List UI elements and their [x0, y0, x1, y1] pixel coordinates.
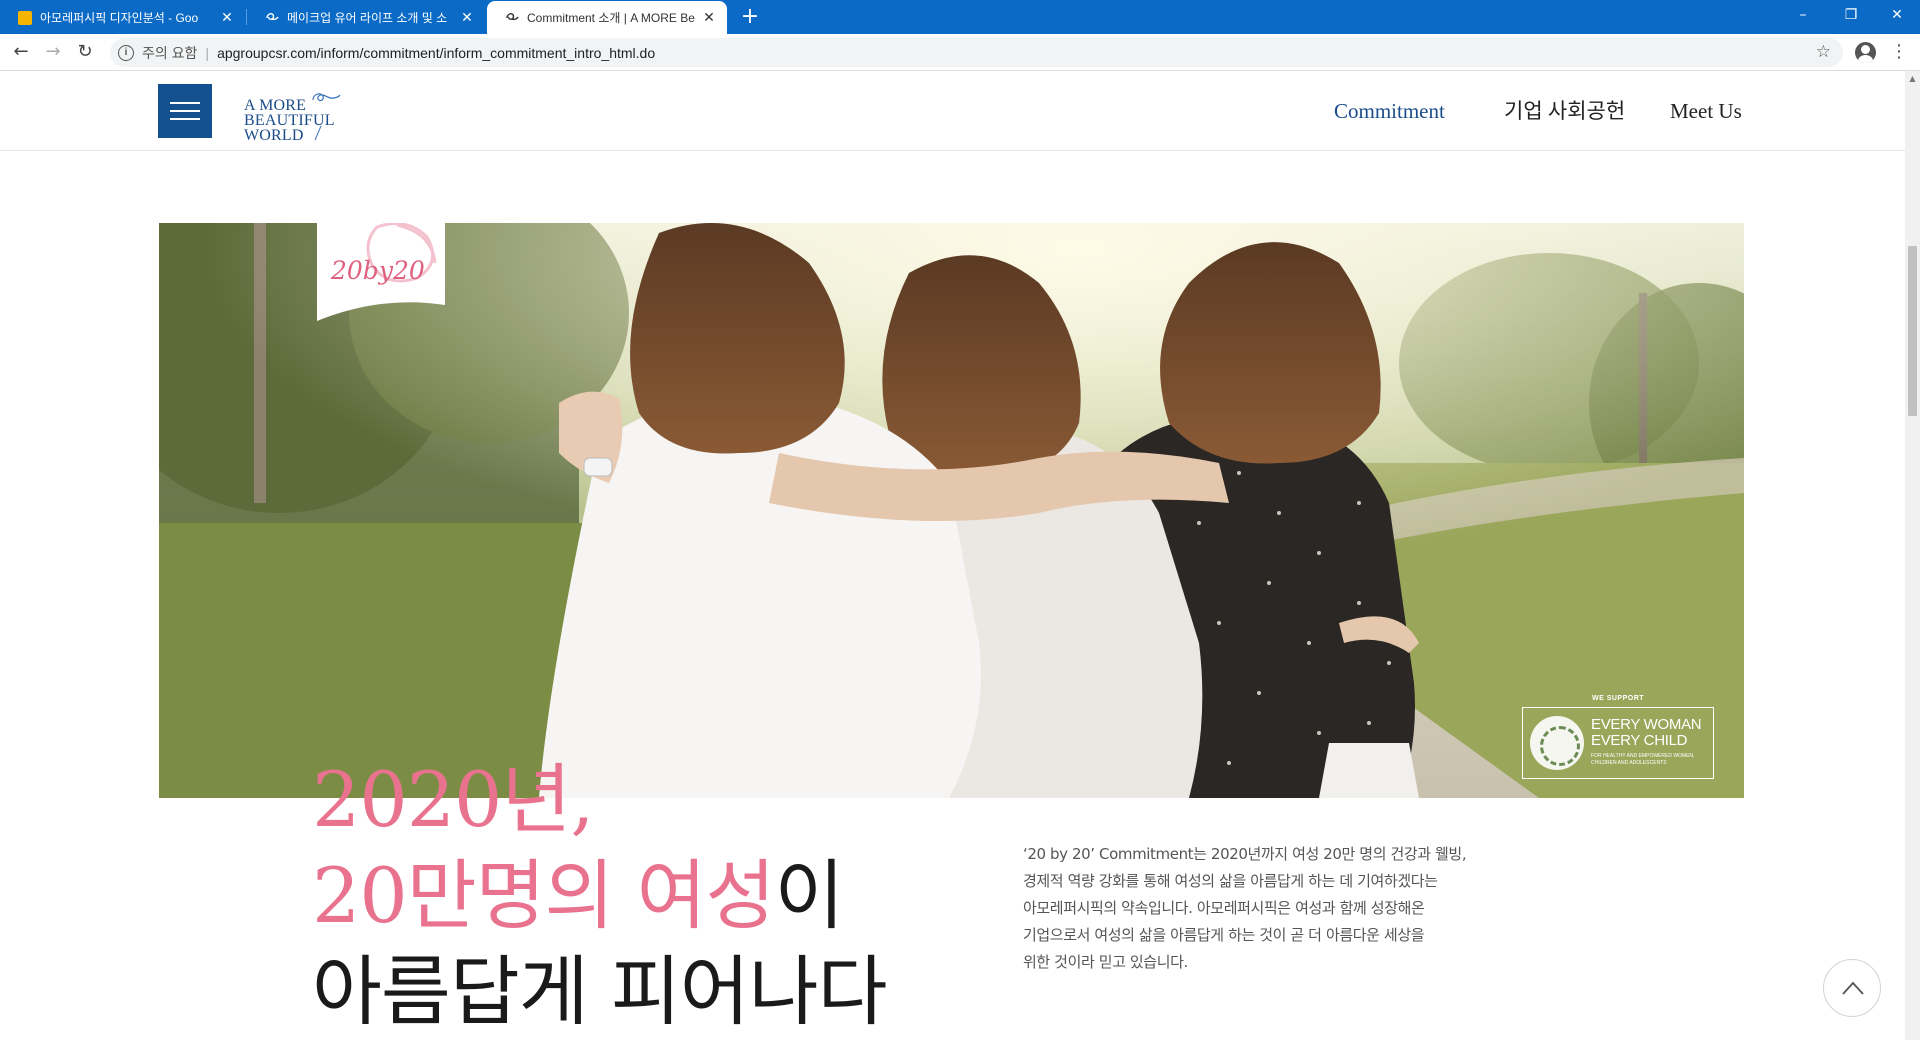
tab-makeup-your-life[interactable]: 메이크업 유어 라이프 소개 및 소 ✕ — [247, 1, 485, 34]
nav-meet-us[interactable]: Meet Us — [1670, 71, 1742, 151]
logo-line: WORLD — [244, 127, 304, 144]
tab-title: Commitment 소개 | A MORE Be — [527, 11, 695, 25]
reload-icon[interactable]: ↻ — [72, 39, 98, 65]
logo-stroke-icon — [314, 125, 322, 141]
profile-icon[interactable] — [1855, 42, 1876, 63]
ewec-emblem-icon — [1530, 716, 1584, 770]
url-text[interactable]: apgroupcsr.com/inform/commitment/inform_… — [217, 45, 655, 61]
ewec-box: EVERY WOMAN EVERY CHILD FOR HEALTHY AND … — [1522, 707, 1714, 779]
tab-design-analysis[interactable]: 아모레퍼시픽 디자인분석 - Goo ✕ — [0, 1, 245, 34]
headline-line3: 아름답게 피어나다 — [312, 947, 888, 1036]
headline-line1: 2020년, — [312, 752, 887, 848]
ewec-top-label: WE SUPPORT — [1591, 695, 1645, 702]
headline-highlight: 20만명의 여성 — [312, 851, 775, 940]
nav-social-contribution[interactable]: 기업 사회공헌 — [1504, 71, 1625, 151]
ewec-logo: WE SUPPORT EVERY WOMAN EVERY CHILD FOR H… — [1522, 695, 1714, 789]
badge-text: 20by20 — [330, 256, 425, 285]
close-window-button[interactable]: ✕ — [1874, 0, 1920, 30]
close-tab-icon[interactable]: ✕ — [219, 9, 235, 26]
commitment-description: ‘20 by 20’ Commitment는 2020년까지 여성 20만 명의… — [1023, 845, 1467, 971]
page-headline: 2020년, 20만명의 여성이 아름답게 피어나다 — [312, 752, 888, 1040]
close-tab-icon[interactable]: ✕ — [459, 9, 475, 26]
headline-particle: 이 — [774, 851, 844, 940]
tab-commitment[interactable]: Commitment 소개 | A MORE Be ✕ — [487, 1, 727, 34]
logo-swirl-icon — [312, 93, 341, 102]
divider: | — [205, 44, 210, 61]
hero-image: 20by20 WE SUPPORT EVERY WOMAN EVERY CHIL… — [159, 223, 1744, 798]
bookmark-star-icon[interactable]: ☆ — [1816, 42, 1831, 62]
page-viewport: A MORE BEAUTIFUL WORLD Commitment 기업 사회공… — [0, 71, 1905, 1040]
nav-commitment[interactable]: Commitment — [1334, 71, 1445, 151]
tab-strip: 아모레퍼시픽 디자인분석 - Goo ✕ 메이크업 유어 라이프 소개 및 소 … — [0, 0, 1920, 34]
back-icon[interactable]: ← — [8, 39, 34, 65]
close-tab-icon[interactable]: ✕ — [701, 9, 717, 26]
amore-icon — [505, 11, 519, 25]
tab-title: 아모레퍼시픽 디자인분석 - Goo — [40, 11, 199, 25]
browser-toolbar: ← → ↻ i 주의 요함 | apgroupcsr.com/inform/co… — [0, 34, 1920, 71]
hamburger-menu-button[interactable] — [158, 84, 212, 138]
scroll-to-top-button[interactable] — [1823, 959, 1881, 1017]
headline-line2: 20만명의 여성이 — [312, 848, 887, 944]
headline-year: 2020년, — [312, 755, 594, 844]
ewec-tagline: FOR HEALTHY AND EMPOWERED WOMEN, CHILDRE… — [1591, 753, 1695, 766]
chevron-up-icon — [1842, 981, 1864, 995]
restore-button[interactable]: ❐ — [1828, 0, 1874, 30]
site-header: A MORE BEAUTIFUL WORLD Commitment 기업 사회공… — [0, 71, 1905, 151]
tab-title: 메이크업 유어 라이프 소개 및 소 — [287, 11, 448, 25]
scroll-up-arrow-icon[interactable]: ▲ — [1905, 71, 1920, 86]
info-icon[interactable]: i — [118, 44, 134, 61]
site-logo[interactable]: A MORE BEAUTIFUL WORLD — [244, 81, 354, 144]
security-label[interactable]: 주의 요함 — [142, 43, 197, 63]
ewec-line2: EVERY CHILD — [1591, 732, 1688, 749]
badge-20by20: 20by20 — [317, 223, 445, 321]
ewec-line1: EVERY WOMAN — [1591, 716, 1702, 733]
scrollbar-thumb[interactable] — [1908, 246, 1917, 416]
page-scrollbar[interactable]: ▲ — [1905, 71, 1920, 1040]
new-tab-button[interactable]: + — [737, 4, 763, 30]
minimize-button[interactable]: – — [1780, 0, 1826, 30]
forward-icon[interactable]: → — [40, 39, 66, 65]
menu-dots-icon[interactable]: ⋮ — [1890, 40, 1908, 64]
slides-icon — [18, 10, 32, 25]
badge-20by20-icon: 20by20 — [317, 223, 445, 321]
address-bar[interactable]: i 주의 요함 | apgroupcsr.com/inform/commitme… — [110, 38, 1843, 67]
amore-icon — [265, 11, 279, 25]
